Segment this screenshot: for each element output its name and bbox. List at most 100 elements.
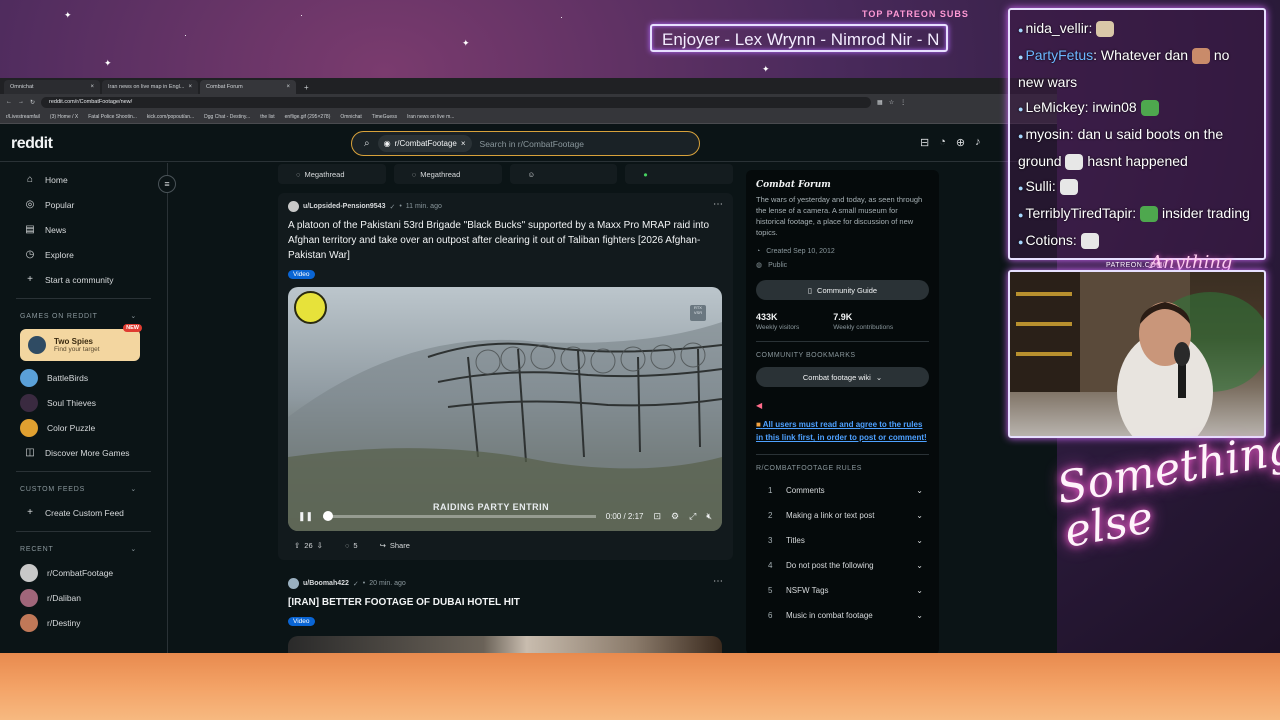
close-icon[interactable]: × [188, 84, 192, 90]
bookmark-item[interactable]: Omnichat [340, 114, 361, 120]
recent-header[interactable]: RECENT ⌄ [0, 538, 167, 560]
post-flair[interactable]: Video [288, 617, 315, 626]
chat-icon[interactable]: ◔ [939, 136, 946, 149]
video-player[interactable]: RTX VSR RAIDING PARTY ENTRIN ❚❚ 0:00 / 2… [288, 287, 722, 531]
combat-wiki-button[interactable]: Combat footage wiki ⌄ [756, 367, 929, 387]
close-icon[interactable]: × [90, 84, 94, 90]
megathread-card[interactable]: ☺ [509, 164, 618, 184]
bookmark-item[interactable]: TimeGuess [372, 114, 397, 120]
advertise-icon[interactable]: ⊟ [920, 136, 929, 149]
extensions-icon[interactable]: ▦ [877, 99, 883, 106]
chip-close-icon[interactable]: × [461, 139, 466, 148]
reload-icon[interactable]: ↻ [30, 99, 35, 106]
game-battlebirds[interactable]: BattleBirds [0, 365, 167, 390]
rules-warning-link[interactable]: ■ All users must read and agree to the r… [756, 418, 929, 444]
chat-emote [1096, 21, 1115, 38]
bookmark-item[interactable]: enflige.gif (295×278) [285, 114, 331, 120]
plus-icon: + [27, 507, 33, 518]
rule-item[interactable]: 4 Do not post the following ⌄ [756, 553, 929, 578]
post-author[interactable]: u/Boomah422 [303, 580, 349, 587]
search-bar[interactable]: ⌕ ◉ r/CombatFootage × Search in r/Combat… [351, 131, 700, 156]
post-title[interactable]: A platoon of the Pakistani 53rd Brigade … [288, 218, 713, 263]
bookmark-item[interactable]: Fatal Police Shootin... [88, 114, 137, 120]
reddit-logo[interactable]: reddit [11, 135, 53, 153]
recent-daliban[interactable]: r/Daliban [0, 585, 167, 610]
post-card[interactable]: u/Boomah422 ✓ • 20 min. ago ⋯ [IRAN] BET… [278, 570, 733, 653]
captions-icon[interactable]: ⊡ [654, 511, 662, 522]
rule-title: Making a link or text post [786, 511, 875, 520]
featured-game-card[interactable]: Two Spies Find your target NEW [20, 324, 142, 361]
pause-icon[interactable]: ❚❚ [298, 511, 313, 522]
megathread-card[interactable]: ◌ Megathread [393, 164, 502, 184]
rule-item[interactable]: 2 Making a link or text post ⌄ [756, 503, 929, 528]
warning-text: All users must read and agree to the rul… [756, 420, 927, 442]
back-icon[interactable]: ← [6, 99, 12, 105]
settings-gear-icon[interactable]: ⚙ [671, 511, 679, 522]
video-thumbnail[interactable] [288, 636, 722, 653]
tab-iran-news[interactable]: Iran news on live map in Engl... × [102, 80, 198, 94]
nav-home[interactable]: ⌂ Home [0, 167, 167, 192]
video-scrubber-handle[interactable] [323, 510, 334, 521]
megathread-card[interactable]: ◌ Megathread [278, 164, 386, 184]
megathread-card[interactable]: ● [625, 164, 733, 184]
more-options-icon[interactable]: ⋯ [713, 576, 723, 587]
collapse-menu-icon[interactable]: ≡ [158, 175, 176, 193]
rule-item[interactable]: 1 Comments ⌄ [756, 478, 929, 503]
tab-omnichat[interactable]: Omnichat × [4, 80, 100, 94]
bookmark-item[interactable]: the list [260, 114, 274, 120]
avatar[interactable] [288, 201, 299, 212]
rule-item[interactable]: 5 NSFW Tags ⌄ [756, 578, 929, 603]
community-title: Combat Forum [756, 180, 831, 190]
game-color-puzzle[interactable]: Color Puzzle [0, 415, 167, 440]
upvote-icon[interactable]: ⇧ [294, 541, 300, 550]
bookmark-item[interactable]: (3) Home / X [50, 114, 78, 120]
nav-popular[interactable]: ◎ Popular [0, 192, 167, 217]
bookmark-item[interactable]: Dgg Chat - Destiny... [204, 114, 250, 120]
create-post-icon[interactable]: ⊕ [956, 136, 965, 149]
url-field[interactable]: reddit.com/r/CombatFootage/new/ [41, 96, 872, 108]
bookmark-item[interactable]: kick.com/popout/an... [147, 114, 194, 120]
tab-label: Combat Forum [206, 84, 243, 90]
create-custom-feed[interactable]: + Create Custom Feed [0, 500, 167, 525]
custom-feeds-header[interactable]: CUSTOM FEEDS ⌄ [0, 478, 167, 500]
video-progress-track[interactable] [323, 510, 596, 521]
chat-message: ● myosin: dan u said boots on the ground … [1018, 126, 1224, 171]
chevron-down-icon: ⌄ [916, 511, 923, 520]
forward-icon[interactable]: → [18, 99, 24, 105]
game-soul-thieves[interactable]: Soul Thieves [0, 390, 167, 415]
close-icon[interactable]: × [286, 84, 290, 90]
menu-icon[interactable]: ⋮ [900, 99, 906, 106]
rule-item[interactable]: 3 Titles ⌄ [756, 528, 929, 553]
subreddit-chip[interactable]: ◉ r/CombatFootage × [377, 135, 472, 152]
search-placeholder[interactable]: Search in r/CombatFootage [480, 139, 584, 149]
bookmark-item[interactable]: r/Livestreamfail [6, 114, 40, 120]
recent-combatfootage[interactable]: r/CombatFootage [0, 560, 167, 585]
comments-button[interactable]: ◌ 5 [339, 539, 364, 552]
community-guide-button[interactable]: ▯ Community Guide [756, 280, 929, 300]
downvote-icon[interactable]: ⇩ [317, 541, 323, 550]
chat-message: ● Sulli: [1018, 174, 1256, 201]
bookmark-star-icon[interactable]: ☆ [889, 99, 894, 106]
discover-more-games[interactable]: ◫ Discover More Games [0, 440, 167, 465]
nav-start-community[interactable]: + Start a community [0, 267, 167, 292]
share-button[interactable]: ↪ Share [374, 539, 416, 552]
post-author[interactable]: u/Lopsided-Pension9543 [303, 203, 385, 210]
tab-combat-forum[interactable]: Combat Forum × [200, 80, 296, 94]
more-options-icon[interactable]: ⋯ [713, 199, 723, 210]
mute-icon[interactable]: 🔇︎ [706, 511, 712, 522]
chat-text: hasnt happened [1087, 153, 1188, 169]
bookmark-item[interactable]: Iran news on live m... [407, 114, 454, 120]
post-card[interactable]: u/Lopsided-Pension9543 ✓ • 11 min. ago ⋯… [278, 193, 733, 560]
games-section-header[interactable]: GAMES ON REDDIT ⌄ [0, 305, 167, 327]
post-title[interactable]: [IRAN] BETTER FOOTAGE OF DUBAI HOTEL HIT [288, 595, 713, 610]
post-flair[interactable]: Video [288, 270, 315, 279]
divider [16, 471, 151, 472]
avatar[interactable] [288, 578, 299, 589]
new-tab-button[interactable]: + [298, 83, 315, 94]
nav-explore[interactable]: ◷ Explore [0, 242, 167, 267]
nav-news[interactable]: ▤ News [0, 217, 167, 242]
notifications-icon[interactable]: ♪ [975, 136, 981, 149]
rule-item[interactable]: 6 Music in combat footage ⌄ [756, 603, 929, 628]
fullscreen-icon[interactable]: ⤢ [689, 511, 696, 522]
recent-destiny[interactable]: r/Destiny [0, 610, 167, 635]
